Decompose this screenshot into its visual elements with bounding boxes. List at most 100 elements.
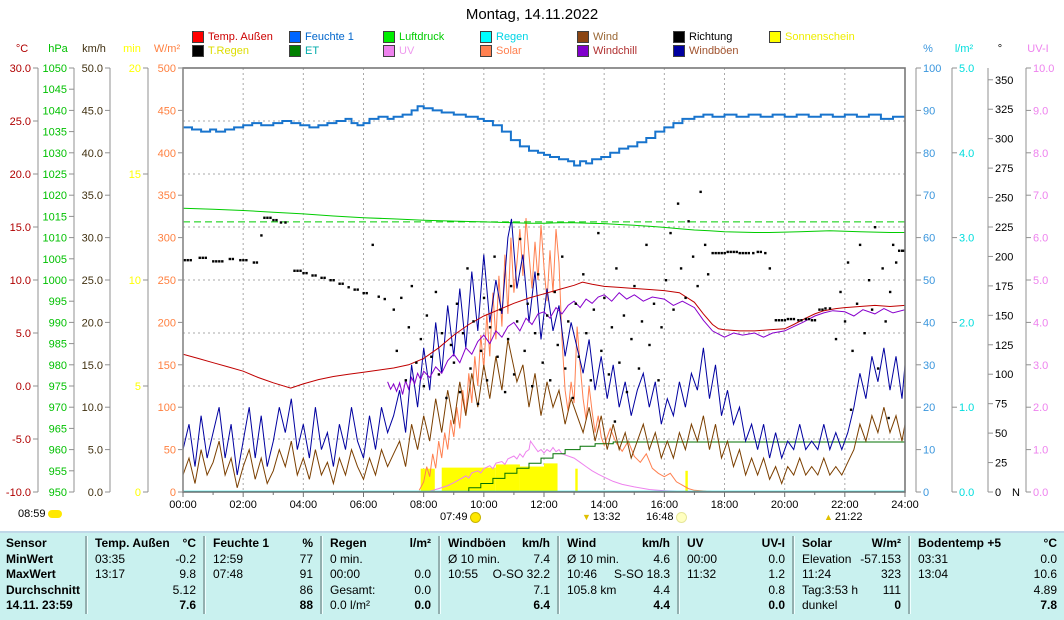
moonset-time: 13:32 — [593, 511, 621, 523]
svg-text:990: 990 — [49, 317, 67, 329]
svg-text:200: 200 — [995, 251, 1013, 263]
svg-text:350: 350 — [995, 75, 1013, 87]
stats-cell-label: Tag:3:53 h — [802, 583, 858, 599]
stats-cell-value: 1.2 — [768, 567, 785, 583]
stats-cell: 88 — [205, 598, 320, 614]
stats-column-header: UVUV-I — [679, 536, 792, 552]
svg-text:20: 20 — [129, 63, 141, 75]
stats-cell: 86 — [205, 583, 320, 599]
stats-cell: 7.1 — [440, 583, 557, 599]
stats-column-solar: SolarW/m²Elevation-57.15311:24323Tag:3:5… — [792, 536, 908, 614]
svg-text:3.0: 3.0 — [1033, 360, 1048, 372]
svg-text:25.0: 25.0 — [10, 116, 31, 128]
stats-cell: 03:310.0 — [910, 552, 1064, 568]
stats-cell: 105.8 km4.4 — [559, 583, 677, 599]
svg-text:995: 995 — [49, 296, 67, 308]
svg-text:50: 50 — [923, 275, 935, 287]
svg-text:6.0: 6.0 — [1033, 233, 1048, 245]
stats-cell: dunkel 0 — [794, 598, 908, 614]
svg-text:1.0: 1.0 — [1033, 445, 1048, 457]
moonrise-time: 21:22 — [835, 511, 863, 523]
svg-text:3.0: 3.0 — [959, 233, 974, 245]
stats-cell-value: 6.4 — [533, 598, 550, 614]
stats-cell: Ø 10 min. 4.6 — [559, 552, 677, 568]
svg-text:W/m²: W/m² — [154, 43, 181, 55]
svg-text:24:00: 24:00 — [891, 499, 919, 511]
svg-text:02:00: 02:00 — [229, 499, 257, 511]
stats-cell-value: S-SO 18.3 — [614, 567, 670, 583]
svg-text:0: 0 — [135, 487, 141, 499]
stats-cell-label: 11:32 — [687, 567, 716, 583]
svg-text:0.0: 0.0 — [16, 381, 31, 393]
svg-text:06:00: 06:00 — [350, 499, 378, 511]
stats-cell: 0.8 — [679, 583, 792, 599]
stats-cell-label: Ø 10 min. — [567, 552, 619, 568]
sensor-name: UV — [687, 536, 704, 552]
svg-text:70: 70 — [923, 190, 935, 202]
stats-cell-value: 0 — [894, 598, 901, 614]
svg-text:10.0: 10.0 — [82, 402, 103, 414]
stats-cell: 0.0 l/m²0.0 — [322, 598, 438, 614]
svg-text:0.0: 0.0 — [959, 487, 974, 499]
svg-text:1015: 1015 — [43, 211, 67, 223]
stats-cell: 13:179.8 — [87, 567, 203, 583]
day-length-annotation: 08:59 — [18, 508, 62, 520]
svg-text:0: 0 — [923, 487, 929, 499]
svg-text:60: 60 — [923, 233, 935, 245]
moon-down-icon — [582, 511, 591, 523]
stats-cell: 0 min. — [322, 552, 438, 568]
svg-text:km/h: km/h — [82, 43, 106, 55]
svg-text:0: 0 — [170, 487, 176, 499]
sensor-unit: km/h — [642, 536, 670, 552]
stats-column-header: Feuchte 1% — [205, 536, 320, 552]
svg-text:04:00: 04:00 — [290, 499, 318, 511]
stats-column-header: Bodentemp +5°C — [910, 536, 1064, 552]
stats-cell-value: 0.0 — [1040, 552, 1057, 568]
svg-text:1035: 1035 — [43, 127, 67, 139]
stats-cell-label: Ø 10 min. — [448, 552, 500, 568]
sensor-name: Regen — [330, 536, 367, 552]
stats-cell-value: 0.0 — [768, 598, 785, 614]
stats-cell-value: 4.89 — [1034, 583, 1057, 599]
svg-text:350: 350 — [158, 190, 176, 202]
svg-text:200: 200 — [158, 317, 176, 329]
svg-text:950: 950 — [49, 487, 67, 499]
stats-cell-label: 00:00 — [330, 567, 360, 583]
svg-text:8.0: 8.0 — [1033, 148, 1048, 160]
svg-text:°: ° — [998, 43, 1002, 55]
sensor-name: Bodentemp +5 — [918, 536, 1001, 552]
stats-row-label: 14.11. 23:59 — [0, 598, 85, 614]
svg-text:18:00: 18:00 — [711, 499, 739, 511]
stats-column-wind: Windkm/hØ 10 min.4.610:46S-SO 18.3105.8 … — [557, 536, 677, 614]
stats-cell-label: dunkel — [802, 598, 837, 614]
weather-chart-window: Montag, 14.11.2022 Temp. AußenFeuchte 1L… — [0, 0, 1064, 620]
stats-cell-value: 111 — [883, 583, 901, 599]
svg-text:0.0: 0.0 — [1033, 487, 1048, 499]
svg-text:l/m²: l/m² — [955, 43, 974, 55]
stats-cell-value: -57.153 — [860, 552, 901, 568]
stats-cell-value: -0.2 — [175, 552, 196, 568]
svg-text:960: 960 — [49, 445, 67, 457]
svg-text:20:00: 20:00 — [771, 499, 799, 511]
svg-text:min: min — [123, 43, 141, 55]
svg-text:20.0: 20.0 — [10, 169, 31, 181]
stats-cell: 10:55O-SO 32.2 — [440, 567, 557, 583]
stats-cell: Gesamt:0.0 — [322, 583, 438, 599]
svg-text:°C: °C — [16, 43, 28, 55]
svg-text:0: 0 — [995, 487, 1001, 499]
moonset-annotation: 13:32 — [582, 511, 620, 523]
stats-cell-value: 4.4 — [653, 583, 670, 599]
stats-cell-value: 9.8 — [179, 567, 196, 583]
sensor-unit: °C — [183, 536, 196, 552]
stats-row-label: MaxWert — [0, 567, 85, 583]
stats-cell-value: 4.6 — [653, 552, 670, 568]
svg-text:30.0: 30.0 — [82, 233, 103, 245]
svg-text:1.0: 1.0 — [959, 402, 974, 414]
svg-text:10: 10 — [923, 445, 935, 457]
svg-text:10.0: 10.0 — [1033, 63, 1054, 75]
svg-text:450: 450 — [158, 105, 176, 117]
stats-cell: 0.0 — [679, 598, 792, 614]
stats-column-regen: Regenl/m²0 min.00:000.0Gesamt:0.00.0 l/m… — [320, 536, 438, 614]
svg-text:300: 300 — [158, 233, 176, 245]
stats-cell: Tag:3:53 h 111 — [794, 583, 908, 599]
